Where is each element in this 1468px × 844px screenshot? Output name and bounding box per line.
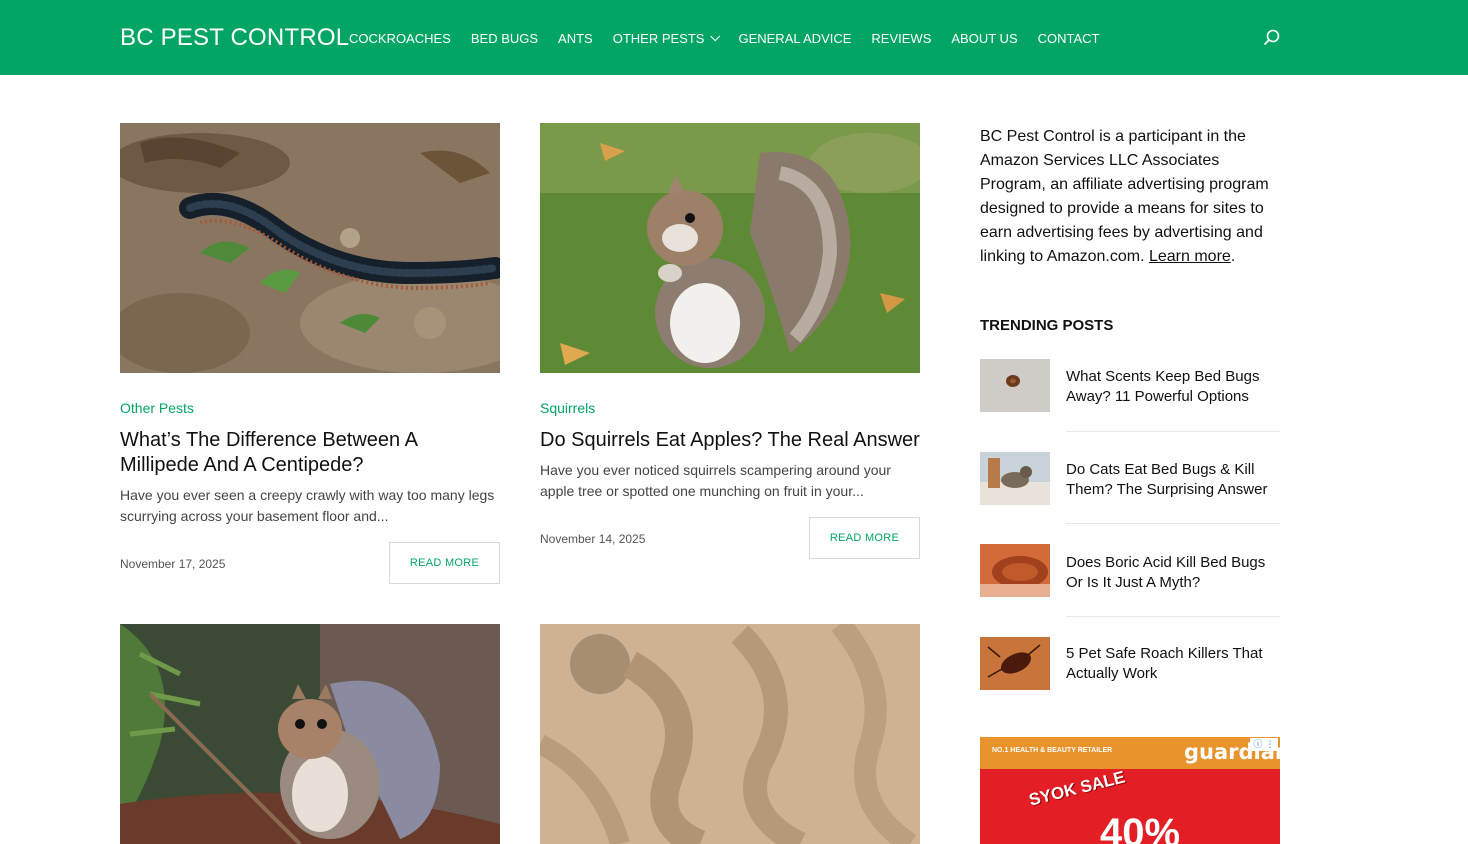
divider <box>1066 431 1280 432</box>
post-category[interactable]: Other Pests <box>120 400 194 416</box>
divider <box>1066 523 1280 524</box>
nav-item-other-pests-label: OTHER PESTS <box>612 31 705 46</box>
info-icon: ⓘ <box>1253 739 1263 749</box>
post-image-millipede[interactable] <box>120 123 500 373</box>
ad-choices[interactable]: ⓘ ⋮ <box>1250 738 1278 751</box>
ad-tagline: NO.1 HEALTH & BEAUTY RETAILER <box>992 747 1113 754</box>
site-logo[interactable]: BC PEST CONTROL <box>120 24 349 52</box>
post-card <box>120 624 500 844</box>
post-category[interactable]: Squirrels <box>540 400 595 416</box>
post-date: November 14, 2025 <box>540 532 646 546</box>
trending-thumb-cat[interactable] <box>980 452 1050 505</box>
trending-thumb-bed-bug-closeup[interactable] <box>980 544 1050 597</box>
post-card <box>540 624 920 844</box>
trending-post-item: Do Cats Eat Bed Bugs & Kill Them? The Su… <box>980 452 1280 544</box>
trending-post-title[interactable]: Do Cats Eat Bed Bugs & Kill Them? The Su… <box>1066 460 1280 500</box>
post-card <box>120 123 500 373</box>
trending-posts-heading: TRENDING POSTS <box>980 317 1114 334</box>
trending-post-item: What Scents Keep Bed Bugs Away? 11 Power… <box>980 359 1280 451</box>
affiliate-period: . <box>1230 248 1236 265</box>
site-header: BC PEST CONTROL COCKROACHES BED BUGS ANT… <box>0 0 1468 75</box>
read-more-button[interactable]: READ MORE <box>389 542 500 584</box>
search-icon <box>1264 29 1280 45</box>
post-card <box>540 123 920 373</box>
nav-item-ants[interactable]: ANTS <box>558 31 593 46</box>
nav-item-about-us[interactable]: ABOUT US <box>951 31 1017 46</box>
post-excerpt: Have you ever noticed squirrels scamperi… <box>540 462 891 499</box>
search-button[interactable] <box>1262 28 1282 48</box>
divider <box>1066 616 1280 617</box>
nav-item-cockroaches[interactable]: COCKROACHES <box>349 31 451 46</box>
chevron-down-icon <box>710 31 721 42</box>
nav-item-reviews[interactable]: REVIEWS <box>871 31 931 46</box>
trending-thumb-roach[interactable] <box>980 637 1050 690</box>
post-date: November 17, 2025 <box>120 557 226 571</box>
learn-more-link[interactable]: Learn more <box>1149 248 1231 265</box>
trending-thumb-bed-bug[interactable] <box>980 359 1050 412</box>
affiliate-text: BC Pest Control is a participant in the … <box>980 128 1269 265</box>
trending-post-title[interactable]: 5 Pet Safe Roach Killers That Actually W… <box>1066 644 1280 684</box>
nav-item-contact[interactable]: CONTACT <box>1038 31 1100 46</box>
post-title[interactable]: Do Squirrels Eat Apples? The Real Answer <box>540 428 920 453</box>
nav-item-other-pests[interactable]: OTHER PESTS <box>612 31 721 46</box>
post-excerpt: Have you ever seen a creepy crawly with … <box>120 487 495 524</box>
advertisement-banner[interactable]: NO.1 HEALTH & BEAUTY RETAILER guardian ⓘ… <box>980 737 1280 844</box>
post-image-squirrel-woods[interactable] <box>120 624 500 844</box>
ad-percent-text: 40% <box>1100 811 1181 844</box>
post-image-squirrel[interactable] <box>540 123 920 373</box>
trending-post-item: 5 Pet Safe Roach Killers That Actually W… <box>980 637 1280 729</box>
trending-post-item: Does Boric Acid Kill Bed Bugs Or Is It J… <box>980 544 1280 636</box>
ad-sale-text: SYOK SALE <box>1027 767 1127 810</box>
more-options-icon: ⋮ <box>1265 739 1275 749</box>
main-nav: COCKROACHES BED BUGS ANTS OTHER PESTS GE… <box>349 31 1099 46</box>
affiliate-disclosure: BC Pest Control is a participant in the … <box>980 125 1280 269</box>
nav-item-bed-bugs[interactable]: BED BUGS <box>471 31 538 46</box>
ad-header-strip: NO.1 HEALTH & BEAUTY RETAILER guardian ⓘ… <box>980 737 1280 769</box>
trending-post-title[interactable]: Does Boric Acid Kill Bed Bugs Or Is It J… <box>1066 553 1280 593</box>
post-title[interactable]: What’s The Difference Between A Milliped… <box>120 428 500 478</box>
nav-item-general-advice[interactable]: GENERAL ADVICE <box>738 31 851 46</box>
trending-post-title[interactable]: What Scents Keep Bed Bugs Away? 11 Power… <box>1066 367 1280 407</box>
read-more-button[interactable]: READ MORE <box>809 517 920 559</box>
post-image-sand[interactable] <box>540 624 920 844</box>
